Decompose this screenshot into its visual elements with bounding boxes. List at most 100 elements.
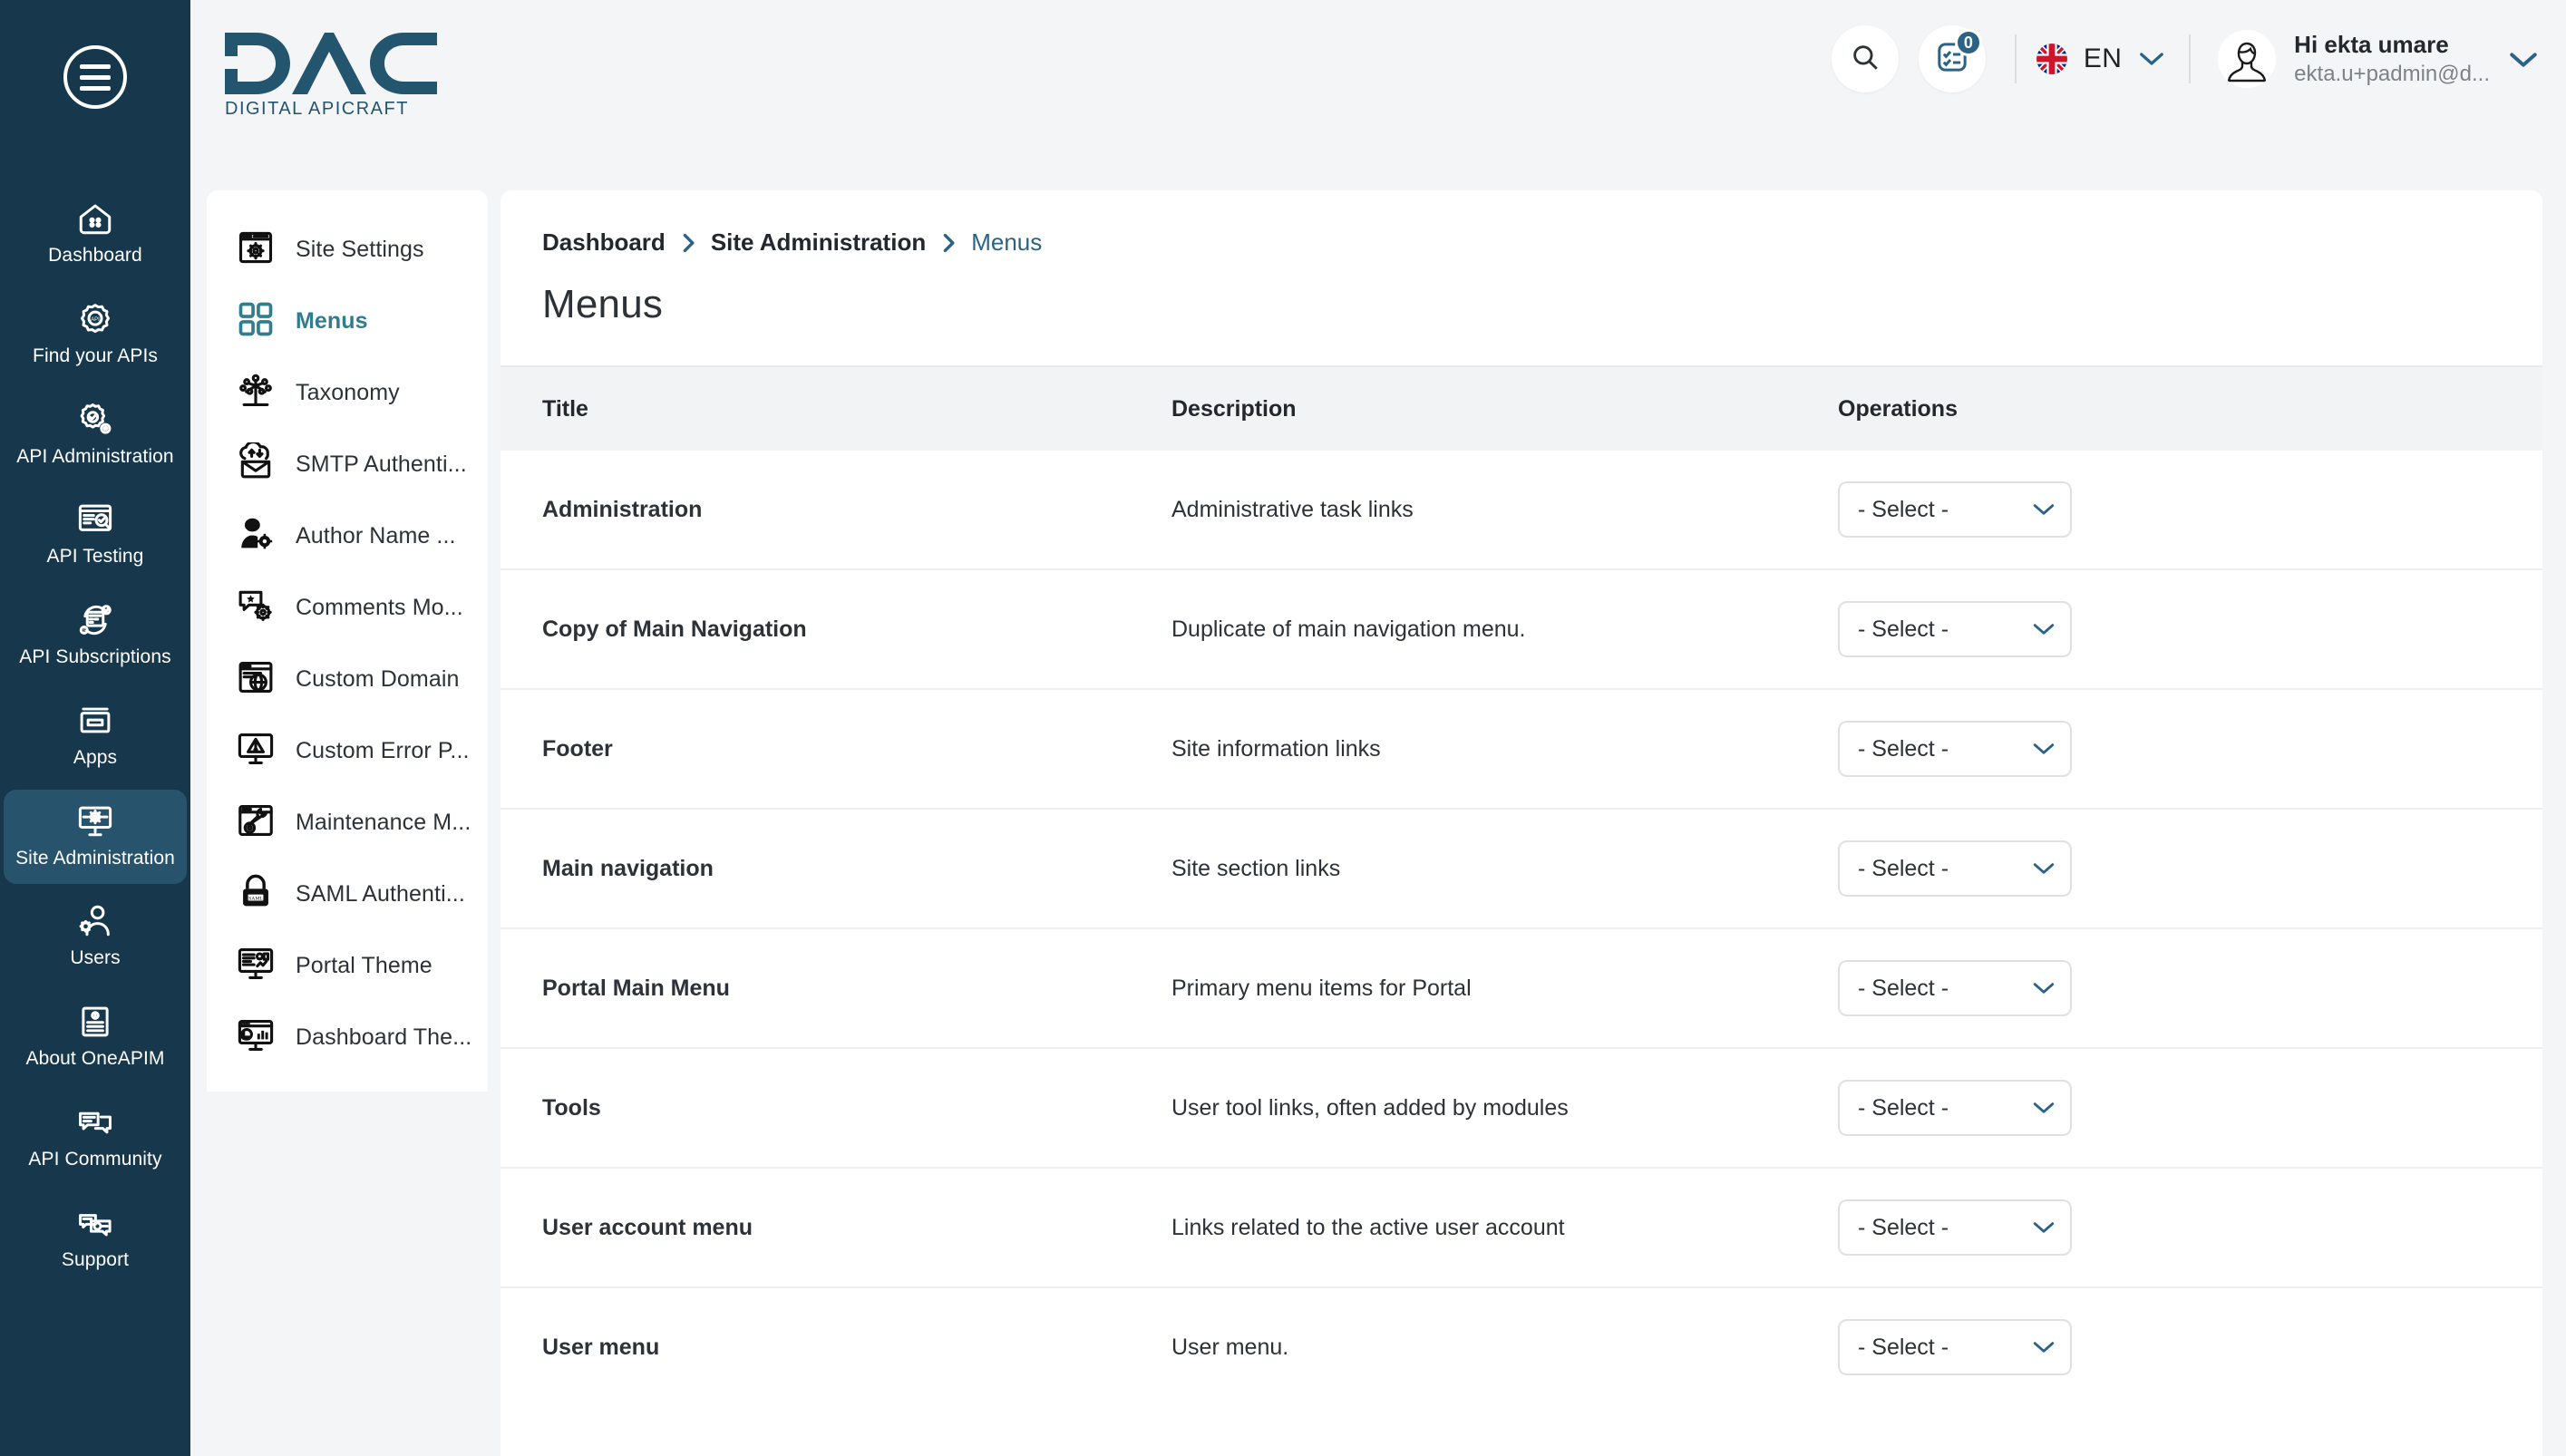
- sidebar-item-users[interactable]: Users: [4, 889, 187, 985]
- sidebar-item-label: About OneAPIM: [25, 1048, 165, 1070]
- operations-select-value: - Select -: [1858, 855, 1949, 881]
- smtp-mail-icon: [236, 441, 276, 487]
- sidebar-item-label: API Subscriptions: [19, 646, 171, 668]
- operations-select-value: - Select -: [1858, 1214, 1949, 1240]
- dashboard-icon: [76, 199, 114, 238]
- sidebar-item-label: Apps: [73, 746, 118, 768]
- subnav-item-custom-domain[interactable]: Custom Domain: [207, 644, 488, 715]
- taxonomy-tree-icon: [236, 371, 276, 415]
- breadcrumb-item-site-administration[interactable]: Site Administration: [711, 228, 926, 257]
- subnav-item-saml-authenti[interactable]: SAML SAML Authenti...: [207, 859, 488, 930]
- sidebar-item-site-administration[interactable]: Site Administration: [4, 789, 187, 885]
- subnav-item-smtp-authenti[interactable]: SMTP Authenti...: [207, 429, 488, 500]
- page-title: Menus: [542, 282, 664, 326]
- operations-select-value: - Select -: [1858, 496, 1949, 522]
- language-selector[interactable]: EN: [2014, 34, 2192, 83]
- operations-select[interactable]: - Select -: [1838, 721, 2072, 777]
- sidebar-item-dashboard[interactable]: Dashboard: [4, 187, 187, 282]
- saml-lock-icon: SAML: [236, 872, 276, 917]
- subnav-item-site-settings[interactable]: Site Settings: [207, 214, 488, 286]
- dashboard-theme-icon: [236, 1015, 276, 1060]
- svg-text:DIGITAL APICRAFT: DIGITAL APICRAFT: [225, 99, 409, 118]
- sidebar-item-find-your-apis[interactable]: API Find your APIs: [4, 287, 187, 383]
- brand-logo[interactable]: DIGITAL APICRAFT: [223, 27, 441, 118]
- cell-operations: - Select -: [1838, 689, 2542, 810]
- operations-select[interactable]: - Select -: [1838, 601, 2072, 657]
- cell-title: Portal Main Menu: [501, 928, 1171, 1049]
- cell-title: User account menu: [501, 1168, 1171, 1288]
- column-header-title: Title: [501, 367, 1171, 451]
- site-administration-icon: [76, 802, 114, 840]
- cell-title: Copy of Main Navigation: [501, 569, 1171, 690]
- operations-select[interactable]: - Select -: [1838, 1080, 2072, 1136]
- api-subscriptions-icon: $: [76, 601, 114, 639]
- hamburger-icon[interactable]: [63, 45, 127, 109]
- menus-table: Title Description Operations Administrat…: [501, 367, 2542, 1406]
- cell-operations: - Select -: [1838, 1287, 2542, 1406]
- subnav-item-label: Taxonomy: [296, 380, 400, 405]
- cell-description: Administrative task links: [1171, 451, 1838, 570]
- chevron-down-icon: [2138, 51, 2165, 67]
- subnav-item-author-name[interactable]: Author Name ...: [207, 500, 488, 572]
- subnav-item-comments-mo[interactable]: Comments Mo...: [207, 572, 488, 644]
- operations-select[interactable]: - Select -: [1838, 1319, 2072, 1375]
- custom-domain-icon: [236, 657, 276, 702]
- table-row: User menu User menu. - Select -: [501, 1287, 2542, 1406]
- operations-select[interactable]: - Select -: [1838, 960, 2072, 1016]
- table-row: Footer Site information links - Select -: [501, 689, 2542, 810]
- sidebar-item-api-community[interactable]: API Community: [4, 1091, 187, 1186]
- subnav-item-label: Custom Domain: [296, 666, 460, 692]
- users-icon: [76, 902, 114, 940]
- sidebar-item-label: Site Administration: [15, 847, 175, 869]
- main-panel: Dashboard Site Administration Menus Menus …: [501, 190, 2542, 1456]
- site-settings-icon: [236, 228, 276, 272]
- chevron-down-icon: [2032, 1340, 2056, 1354]
- operations-select[interactable]: - Select -: [1838, 481, 2072, 538]
- subnav-item-dashboard-the[interactable]: Dashboard The...: [207, 1002, 488, 1073]
- topbar: DIGITAL APICRAFT 0 EN Hi ekta umare ekta…: [190, 0, 2566, 190]
- column-header-description: Description: [1171, 367, 1838, 451]
- sidebar-item-about-oneapim[interactable]: About OneAPIM: [4, 990, 187, 1085]
- search-button[interactable]: [1831, 25, 1899, 92]
- notifications-button[interactable]: 0: [1918, 25, 1986, 92]
- chevron-down-icon: [2032, 622, 2056, 636]
- sidebar-header: [0, 0, 190, 154]
- chevron-down-icon: [2032, 502, 2056, 517]
- operations-select-value: - Select -: [1858, 616, 1949, 642]
- operations-select[interactable]: - Select -: [1838, 840, 2072, 897]
- operations-select-value: - Select -: [1858, 1094, 1949, 1121]
- subnav-item-taxonomy[interactable]: Taxonomy: [207, 357, 488, 429]
- author-name-icon: [236, 514, 276, 558]
- chevron-down-icon: [2032, 742, 2056, 756]
- chevron-down-icon: [2032, 981, 2056, 995]
- breadcrumb-item-dashboard[interactable]: Dashboard: [542, 228, 666, 257]
- table-row: Administration Administrative task links -…: [501, 451, 2542, 570]
- table-header: Title Description Operations: [501, 367, 2542, 451]
- sidebar-item-api-administration[interactable]: API Administration: [4, 388, 187, 483]
- operations-select-value: - Select -: [1858, 975, 1949, 1001]
- uk-flag-icon: [2036, 44, 2067, 74]
- table-row: User account menu Links related to the ac…: [501, 1168, 2542, 1288]
- cell-title: User menu: [542, 1334, 660, 1360]
- table-header-row: Title Description Operations: [501, 367, 2542, 451]
- profile-menu[interactable]: Hi ekta umare ekta.u+padmin@d...: [2218, 30, 2537, 88]
- subnav-item-label: Dashboard The...: [296, 1024, 472, 1050]
- subnav-item-maintenance-m[interactable]: Maintenance M...: [207, 787, 488, 859]
- sidebar-item-support[interactable]: Support: [4, 1191, 187, 1286]
- subnav-item-portal-theme[interactable]: Portal Theme: [207, 930, 488, 1002]
- app-root: Dashboard API Find your APIs API Administra…: [0, 0, 2566, 1456]
- api-administration-icon: [76, 401, 114, 439]
- api-testing-icon: [76, 500, 114, 539]
- table-row: Portal Main Menu Primary menu items for P…: [501, 928, 2542, 1049]
- subnav-item-menus[interactable]: Menus: [207, 286, 488, 357]
- sidebar-item-api-subscriptions[interactable]: $ API Subscriptions: [4, 588, 187, 684]
- cell-description: Site section links: [1171, 809, 1838, 929]
- apps-icon: [76, 702, 114, 740]
- sidebar-item-api-testing[interactable]: API Testing: [4, 488, 187, 583]
- sidebar-item-apps[interactable]: Apps: [4, 689, 187, 784]
- operations-select[interactable]: - Select -: [1838, 1199, 2072, 1256]
- cell-operations: - Select -: [1838, 1048, 2542, 1169]
- subnav-item-custom-error-p[interactable]: Custom Error P...: [207, 715, 488, 787]
- comments-moderation-icon: [236, 586, 276, 630]
- column-header-operations: Operations: [1838, 367, 2542, 451]
